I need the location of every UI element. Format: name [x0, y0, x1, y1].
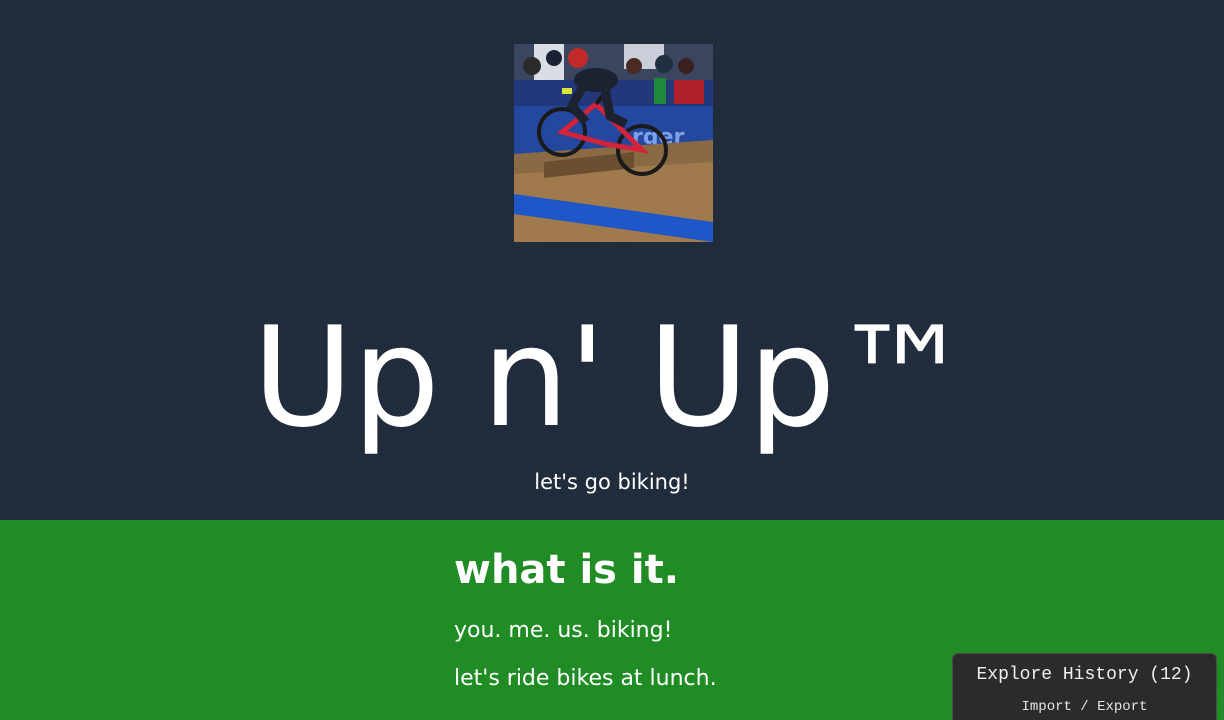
- hero-photo: rger: [514, 44, 713, 242]
- hero-section: rger Up n' Up™ let's go biking!: [0, 0, 1224, 520]
- about-line-1: you. me. us. biking!: [454, 618, 673, 643]
- explore-history-panel: Explore History (12) Import / Export: [952, 653, 1217, 720]
- about-heading: what is it.: [454, 547, 679, 593]
- cyclocross-rider-photo-icon: rger: [514, 44, 713, 242]
- hero-tagline: let's go biking!: [534, 470, 690, 494]
- hero-title: Up n' Up™: [252, 297, 972, 458]
- import-export-link[interactable]: Import / Export: [953, 698, 1216, 716]
- about-line-2: let's ride bikes at lunch.: [454, 666, 717, 691]
- page: rger Up n' Up™ let's go biking! what is …: [0, 0, 1224, 720]
- explore-history-button[interactable]: Explore History (12): [953, 663, 1216, 687]
